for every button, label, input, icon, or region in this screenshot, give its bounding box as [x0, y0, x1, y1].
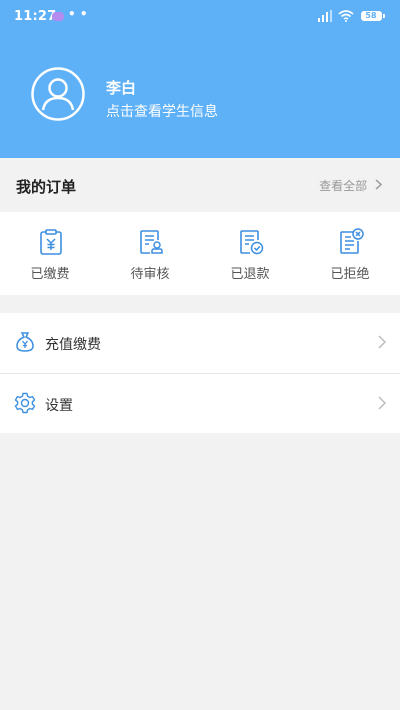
order-refunded-label: 已退款: [230, 267, 270, 282]
order-rejected-label: 已拒绝: [330, 267, 370, 282]
order-paid[interactable]: 已缴费: [0, 212, 100, 295]
view-all-label: 查看全部: [319, 179, 368, 193]
chevron-right-icon: [378, 396, 386, 410]
orders-header: 我的订单 查看全部: [0, 158, 400, 212]
paid-clipboard-icon: [40, 229, 62, 255]
chevron-right-icon: [378, 335, 386, 349]
menu-item-recharge[interactable]: 充值缴费: [0, 313, 400, 374]
battery-level: 58: [365, 11, 377, 20]
menu-item-recharge-label: 充值缴费: [45, 337, 101, 353]
orders-title: 我的订单: [16, 178, 77, 196]
battery-icon: 58: [361, 11, 385, 21]
pending-review-icon: [140, 230, 163, 254]
avatar-icon[interactable]: [31, 67, 85, 121]
view-student-info-link[interactable]: 点击查看学生信息: [106, 101, 218, 121]
menu-item-settings-label: 设置: [45, 398, 73, 414]
menu-item-settings[interactable]: 设置: [0, 374, 400, 433]
student-name: 李白: [106, 79, 137, 97]
order-rejected[interactable]: 已拒绝: [300, 212, 400, 295]
view-all-orders-link[interactable]: 查看全部: [319, 177, 383, 194]
notification-icon: [52, 12, 64, 21]
order-refunded[interactable]: 已退款: [200, 212, 300, 295]
refunded-icon: [240, 230, 264, 255]
order-paid-label: 已缴费: [30, 267, 70, 282]
rejected-icon: [340, 228, 364, 254]
order-status-row: 已缴费 待审核 已退款 已拒绝: [0, 212, 400, 295]
status-bar: 11:27 • • 58: [0, 0, 400, 32]
status-time: 11:27: [14, 9, 57, 24]
signal-icon: [318, 10, 332, 22]
wifi-icon: [338, 10, 354, 22]
order-pending-label: 待审核: [130, 267, 170, 282]
chevron-right-icon: [375, 179, 383, 190]
order-pending[interactable]: 待审核: [100, 212, 200, 295]
more-notifications-icon: • •: [68, 7, 88, 21]
money-bag-icon: [16, 332, 34, 352]
settings-gear-icon: [14, 392, 36, 414]
profile-header[interactable]: 11:27 • • 58 李白 点击查看学生信息: [0, 0, 400, 158]
